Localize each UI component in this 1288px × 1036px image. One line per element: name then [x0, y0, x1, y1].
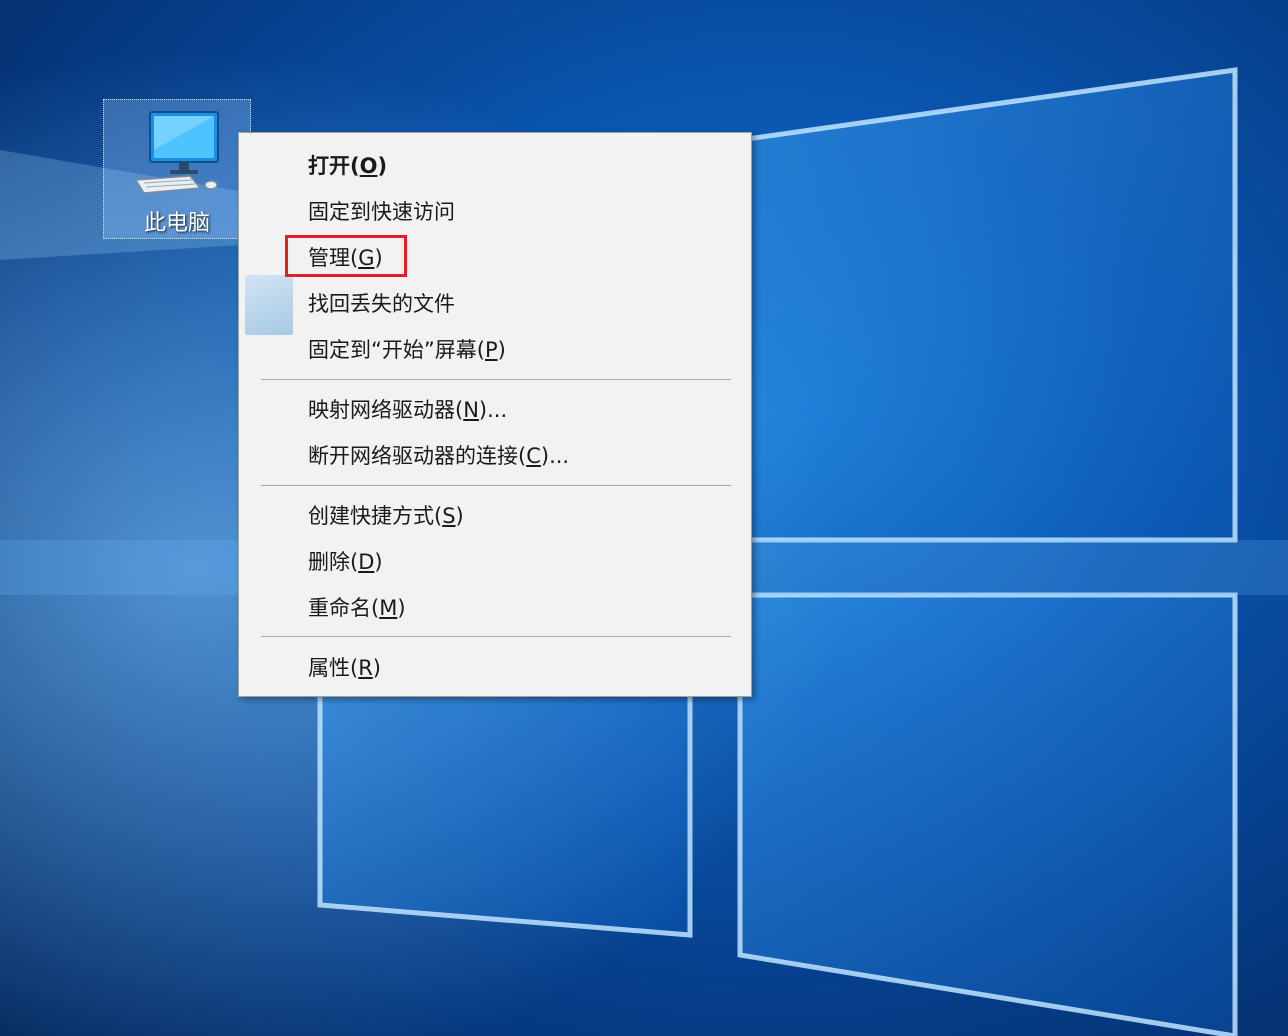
menu-item-accel: N [463, 398, 479, 422]
menu-item-ellipsis: ... [549, 444, 570, 468]
highlight-annotation-box [285, 235, 407, 277]
menu-separator [261, 485, 731, 486]
menu-item-ellipsis: ... [487, 398, 508, 422]
menu-item-label: 断开网络驱动器的连接 [308, 444, 518, 468]
menu-item-label: 创建快捷方式 [308, 504, 434, 528]
menu-item-label: 固定到“开始”屏幕 [308, 338, 477, 362]
menu-item-accel: P [484, 338, 498, 362]
menu-item-open[interactable]: 打开(O) [239, 146, 751, 186]
context-menu: 打开(O) 固定到快速访问 管理(G) 找回丢失的文件 固定到“开始”屏幕(P)… [238, 132, 752, 697]
menu-item-pin-quick-access[interactable]: 固定到快速访问 [239, 192, 751, 232]
menu-item-label: 固定到快速访问 [308, 200, 455, 224]
menu-item-label: 重命名 [308, 596, 371, 620]
desktop: 此电脑 打开(O) 固定到快速访问 管理(G) 找回丢失的文件 固定到“开始”屏… [0, 0, 1288, 1036]
desktop-icon-label: 此电脑 [143, 211, 210, 236]
menu-item-delete[interactable]: 删除(D) [239, 542, 751, 582]
menu-item-label: 属性 [308, 656, 350, 680]
menu-item-accel: O [359, 154, 378, 178]
desktop-icon-this-pc[interactable]: 此电脑 [103, 99, 251, 239]
menu-item-label: 删除 [308, 550, 350, 574]
menu-item-map-network-drive[interactable]: 映射网络驱动器(N)... [239, 390, 751, 430]
menu-separator [261, 636, 731, 637]
menu-item-pin-start[interactable]: 固定到“开始”屏幕(P) [239, 330, 751, 370]
menu-item-accel: C [526, 444, 541, 468]
menu-item-create-shortcut[interactable]: 创建快捷方式(S) [239, 496, 751, 536]
menu-item-accel: S [442, 504, 456, 528]
menu-item-rename[interactable]: 重命名(M) [239, 588, 751, 628]
menu-item-accel: R [358, 656, 373, 680]
menu-item-accel: M [379, 596, 398, 620]
menu-item-recover-files[interactable]: 找回丢失的文件 [239, 284, 751, 324]
menu-separator [261, 379, 731, 380]
menu-item-accel: D [358, 550, 375, 574]
menu-item-properties[interactable]: 属性(R) [239, 648, 751, 688]
menu-item-disconnect-network-drive[interactable]: 断开网络驱动器的连接(C)... [239, 436, 751, 476]
menu-item-label: 找回丢失的文件 [308, 292, 455, 316]
menu-item-label: 映射网络驱动器 [308, 398, 455, 422]
computer-icon [134, 111, 219, 194]
menu-item-label: 打开 [308, 154, 350, 178]
